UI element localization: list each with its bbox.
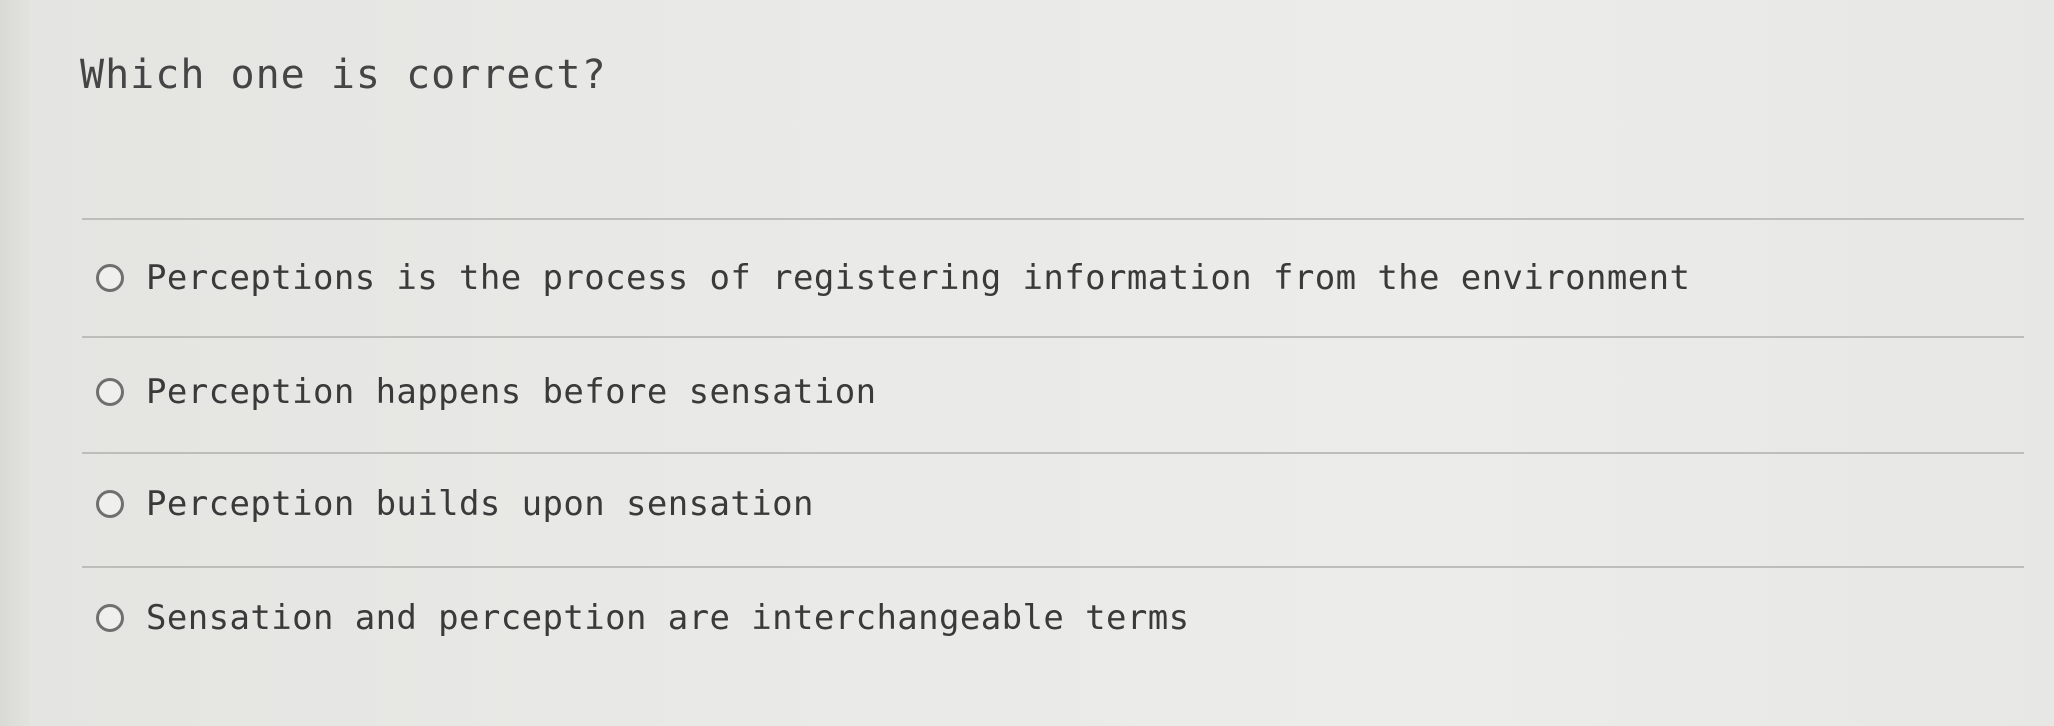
option-1[interactable]: Perceptions is the process of registerin… [96, 248, 1690, 308]
divider [82, 566, 2024, 568]
radio-button[interactable] [96, 604, 124, 632]
radio-button[interactable] [96, 264, 124, 292]
question-title: Which one is correct? [80, 52, 607, 98]
radio-button[interactable] [96, 490, 124, 518]
option-4[interactable]: Sensation and perception are interchange… [96, 588, 1190, 648]
option-label: Sensation and perception are interchange… [146, 598, 1190, 638]
question-card: Which one is correct? Perceptions is the… [0, 0, 2054, 726]
divider [82, 218, 2024, 220]
radio-button[interactable] [96, 378, 124, 406]
option-3[interactable]: Perception builds upon sensation [96, 474, 814, 534]
option-label: Perception happens before sensation [146, 372, 877, 412]
option-2[interactable]: Perception happens before sensation [96, 362, 876, 422]
option-label: Perception builds upon sensation [146, 484, 814, 524]
option-label: Perceptions is the process of registerin… [146, 258, 1691, 298]
divider [82, 336, 2024, 338]
divider [82, 452, 2024, 454]
